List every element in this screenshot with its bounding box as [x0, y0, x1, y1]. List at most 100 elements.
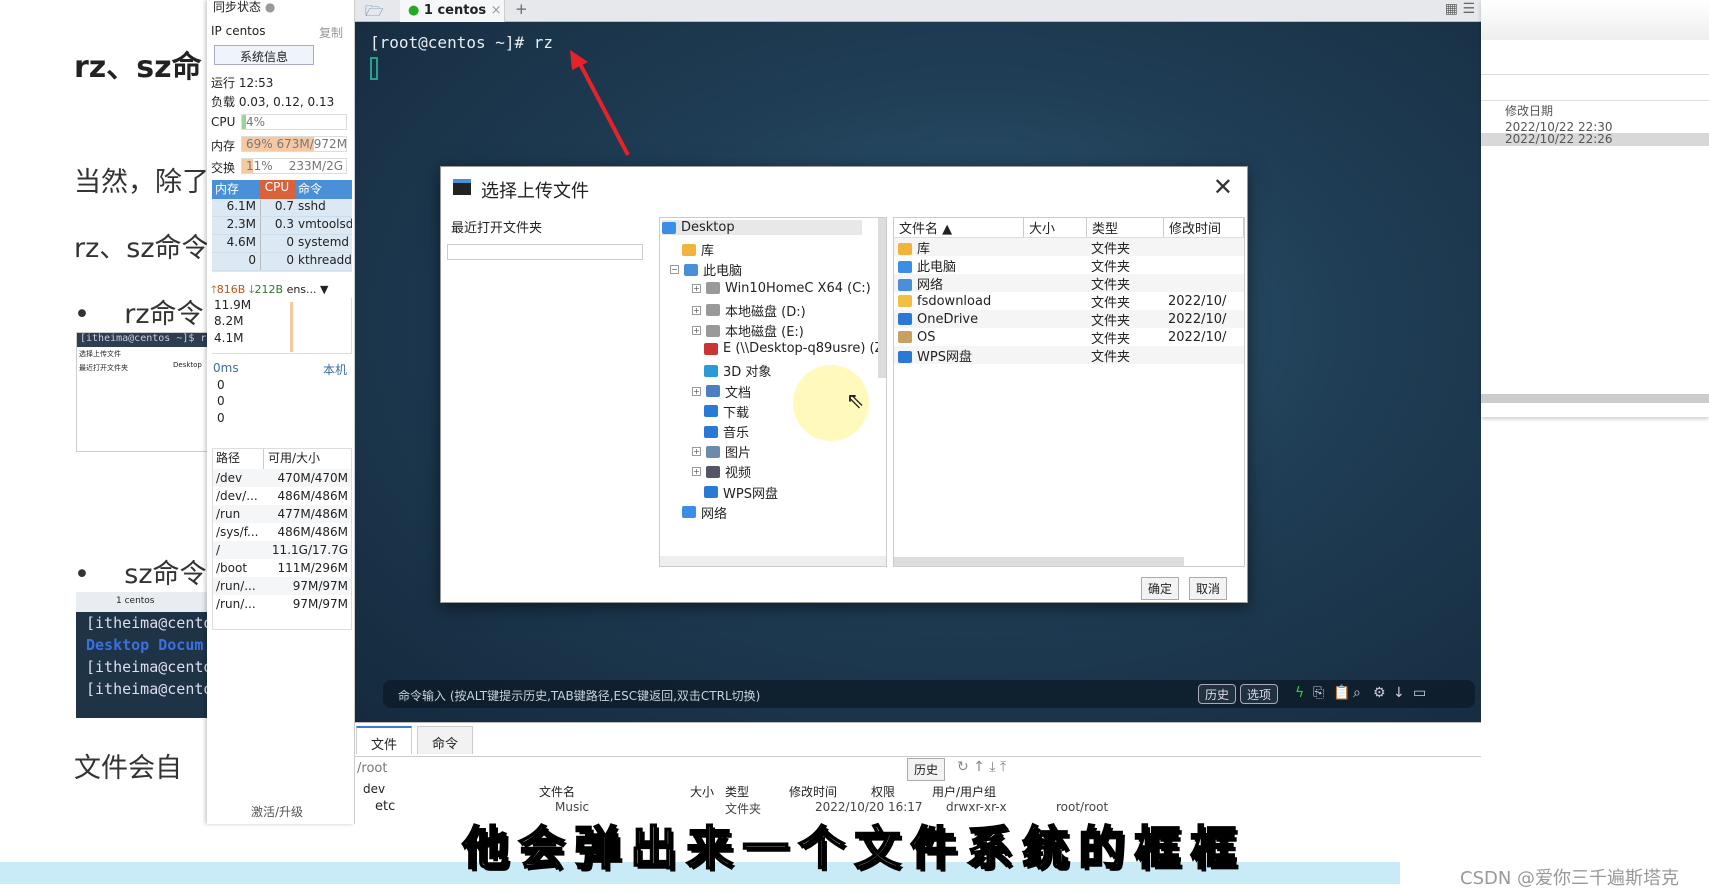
- computer-icon: [453, 179, 471, 195]
- lightning-icon[interactable]: ϟ: [1295, 685, 1304, 701]
- tab-commands[interactable]: 命令: [417, 726, 474, 754]
- tab-files[interactable]: 文件: [356, 726, 413, 754]
- gear-icon[interactable]: ⚙: [1373, 685, 1386, 701]
- tree-label: 网络: [701, 506, 728, 522]
- expand-icon[interactable]: −: [670, 265, 679, 275]
- file-list[interactable]: 文件名 ▲ 大小 类型 修改时间 库文件夹 此电脑 文件夹 网络 文件夹 fsdownlo…: [893, 217, 1245, 567]
- command-input-bar[interactable]: 命令输入 (按ALT键提示历史,TAB键路径,ESC键返回,双击CTRL切换) …: [383, 680, 1475, 708]
- col-modified[interactable]: 修改时间: [1164, 218, 1244, 237]
- col-path[interactable]: 路径: [213, 449, 263, 469]
- folder-icon[interactable]: 🗁: [365, 1, 384, 26]
- col-cpu[interactable]: CPU: [260, 180, 296, 199]
- file-row[interactable]: WPS网盘 文件夹: [894, 346, 1244, 365]
- horizontal-scrollbar[interactable]: [1481, 394, 1709, 403]
- col-type[interactable]: 类型: [1087, 218, 1164, 237]
- tree-label: 文档: [725, 385, 752, 401]
- col-filename[interactable]: 文件名 ▲: [894, 218, 1024, 237]
- thumb-line: Desktop Docum: [86, 636, 204, 654]
- ping-label: 0ms: [213, 361, 239, 375]
- copy-ip-button[interactable]: 复制: [319, 24, 343, 41]
- file-row[interactable]: fsdownload 文件夹 2022/10/: [894, 292, 1244, 311]
- close-icon[interactable]: ✕: [1213, 173, 1233, 201]
- interface-select[interactable]: ens...: [287, 283, 317, 296]
- col-modified[interactable]: 修改时间: [789, 783, 851, 801]
- tree-node[interactable]: 音乐: [704, 422, 749, 441]
- expand-icon[interactable]: +: [692, 447, 701, 457]
- file-row[interactable]: OS 文件夹 2022/10/: [894, 328, 1244, 347]
- tree-node[interactable]: WPS网盘: [704, 483, 778, 502]
- col-modified-date[interactable]: 修改日期: [1505, 102, 1553, 119]
- tree-node[interactable]: Desktop: [662, 220, 862, 235]
- refresh-upload-download-icons[interactable]: ↻ ↑ ⤓ ⤒: [957, 759, 1006, 775]
- layout-icon[interactable]: ▦ ☰: [1445, 1, 1475, 17]
- tree-label: 本地磁盘 (D:): [725, 304, 806, 320]
- tree-node[interactable]: + 本地磁盘 (E:): [692, 321, 804, 340]
- cell: 0.7: [260, 199, 296, 216]
- download-icon[interactable]: ↓: [1393, 685, 1405, 701]
- tree-node[interactable]: 库: [682, 240, 714, 259]
- process-row[interactable]: 6.1M 0.7 sshd: [212, 199, 352, 217]
- recent-folders-list[interactable]: [447, 244, 643, 260]
- path-history-button[interactable]: 历史: [907, 758, 946, 781]
- col-owner[interactable]: 用户/用户组: [932, 783, 996, 801]
- tree-node[interactable]: 3D 对象: [704, 361, 771, 380]
- tree-node[interactable]: E (\\Desktop-q89usre) (Z: [704, 341, 884, 356]
- process-row[interactable]: 4.6M 0 systemd: [212, 235, 352, 253]
- tree-label: 视频: [725, 466, 752, 482]
- tree-node[interactable]: 网络: [682, 503, 727, 522]
- close-tab-icon[interactable]: ×: [491, 3, 502, 18]
- tree-label: 本地磁盘 (E:): [725, 325, 804, 340]
- tree-node[interactable]: + 图片: [692, 442, 751, 461]
- sync-status: 同步状态 ●: [213, 0, 276, 14]
- cell: 486M/486M: [277, 489, 348, 503]
- file-row[interactable]: OneDrive 文件夹 2022/10/: [894, 310, 1244, 329]
- expand-icon[interactable]: +: [692, 283, 701, 293]
- folder-icon: [706, 445, 720, 458]
- tree-node[interactable]: + 文档: [692, 382, 751, 401]
- col-size[interactable]: 可用/大小: [263, 449, 351, 469]
- file-row[interactable]: 库 文件夹: [894, 238, 1244, 257]
- col-mem[interactable]: 内存: [212, 180, 260, 199]
- cell-wrap: OneDrive: [894, 312, 1024, 327]
- tree-node[interactable]: + 视频: [692, 462, 751, 481]
- col-cmd[interactable]: 命令: [296, 180, 352, 199]
- expand-icon[interactable]: +: [692, 305, 701, 315]
- cell: /sys/f...: [216, 525, 259, 539]
- process-row[interactable]: 2.3M 0.3 vmtoolsd: [212, 217, 352, 235]
- search-icon[interactable]: ⌕: [1353, 685, 1361, 701]
- tree-node[interactable]: − 此电脑: [670, 260, 742, 279]
- cancel-button[interactable]: 取消: [1189, 577, 1228, 600]
- tree-node[interactable]: 下载: [704, 402, 749, 421]
- ok-button[interactable]: 确定: [1141, 577, 1180, 600]
- cell: 11.1G/17.7G: [271, 543, 348, 557]
- paste-icon[interactable]: 📋: [1333, 685, 1350, 701]
- disk-row: /run/... 97M/97M: [213, 577, 351, 595]
- options-button[interactable]: 选项: [1240, 684, 1279, 704]
- folder-icon: [684, 263, 698, 276]
- expand-icon[interactable]: +: [692, 467, 701, 477]
- process-row[interactable]: 0 0 kthreadd: [212, 253, 352, 271]
- file-row[interactable]: 网络 文件夹: [894, 274, 1244, 293]
- thumb-prompt: [itheima@centos ~]$ rz: [77, 333, 209, 347]
- col-size[interactable]: 大小: [690, 783, 725, 801]
- col-type[interactable]: 类型: [725, 783, 762, 801]
- tab-centos[interactable]: ● 1 centos ×: [400, 0, 505, 22]
- history-button[interactable]: 历史: [1198, 684, 1237, 704]
- system-info-button[interactable]: 系统信息: [214, 45, 314, 65]
- col-perm[interactable]: 权限: [871, 783, 912, 801]
- command-input[interactable]: 命令输入 (按ALT键提示历史,TAB键路径,ESC键返回,双击CTRL切换): [398, 687, 760, 704]
- terminal-cursor: [370, 57, 378, 80]
- expand-icon[interactable]: +: [692, 326, 701, 335]
- tree-node[interactable]: + Win10HomeC X64 (C:): [692, 281, 871, 296]
- maximize-icon[interactable]: ▭: [1413, 685, 1426, 701]
- file-row[interactable]: 此电脑 文件夹: [894, 256, 1244, 275]
- copy-icon[interactable]: ⎘: [1313, 685, 1324, 701]
- expand-icon[interactable]: +: [692, 386, 701, 396]
- add-tab-icon[interactable]: +: [515, 0, 528, 18]
- col-size[interactable]: 大小: [1024, 218, 1087, 237]
- tree-item[interactable]: dev: [363, 782, 385, 796]
- path-input[interactable]: /root: [357, 759, 607, 779]
- col-name[interactable]: 文件名: [535, 783, 690, 801]
- ping-host[interactable]: 本机: [323, 361, 347, 378]
- tree-node[interactable]: + 本地磁盘 (D:): [692, 301, 806, 320]
